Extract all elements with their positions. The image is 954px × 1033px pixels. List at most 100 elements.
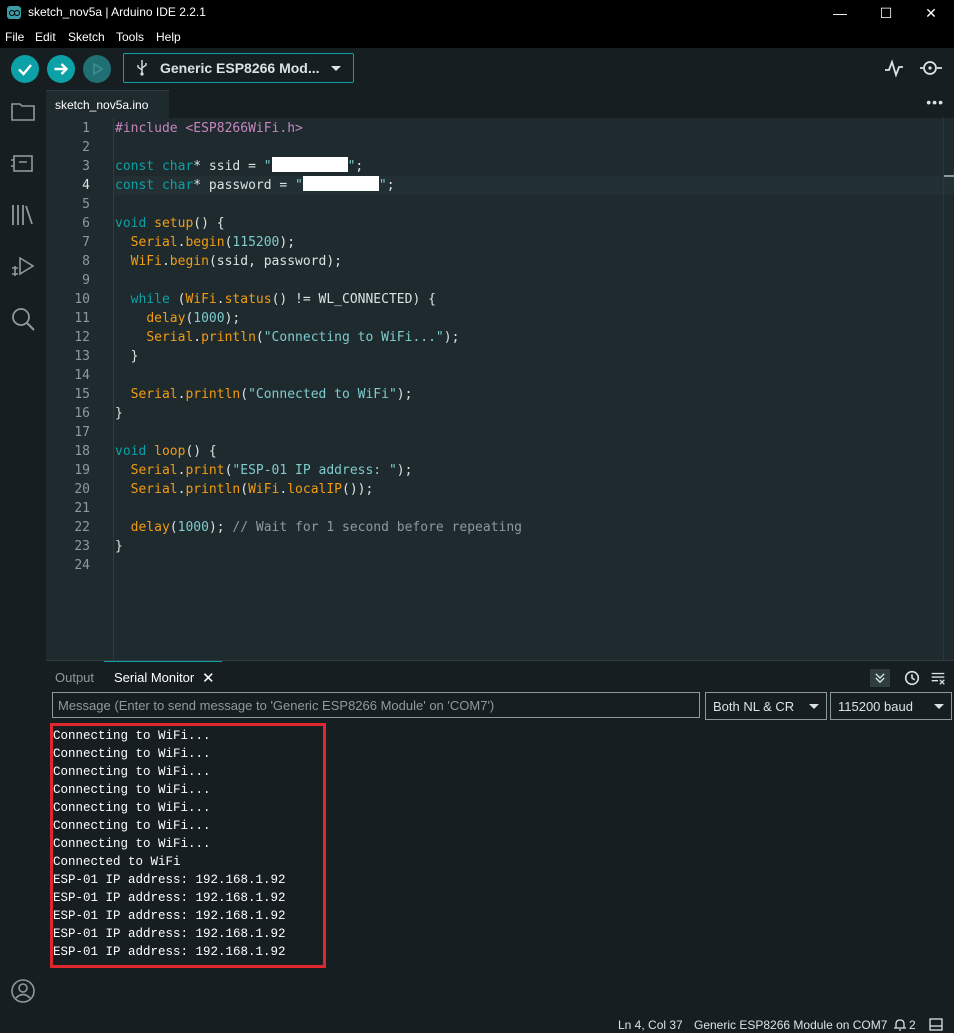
line-number: 8 <box>82 254 90 269</box>
usb-icon <box>137 60 147 76</box>
tab-sketch[interactable]: sketch_nov5a.ino <box>46 90 169 119</box>
line-ending-value: Both NL & CR <box>713 699 795 714</box>
clear-output-icon[interactable] <box>928 669 948 687</box>
tab-label: sketch_nov5a.ino <box>55 98 149 112</box>
tab-serial-monitor[interactable]: Serial Monitor <box>114 670 194 685</box>
chevron-down-icon <box>331 66 341 71</box>
debug-icon <box>93 62 104 76</box>
line-number: 1 <box>82 121 90 136</box>
serial-plotter-icon[interactable] <box>884 58 904 78</box>
line-number: 24 <box>74 558 90 573</box>
code-line: Serial.println("Connected to WiFi"); <box>130 387 413 402</box>
line-number: 17 <box>74 425 90 440</box>
notification-count: 2 <box>909 1018 916 1032</box>
line-number: 10 <box>74 292 90 307</box>
serial-message-input[interactable] <box>52 692 700 718</box>
line-number: 23 <box>74 539 90 554</box>
autoscroll-icon[interactable] <box>870 669 890 687</box>
board-port-status[interactable]: Generic ESP8266 Module on COM7 <box>694 1018 887 1032</box>
code-line: const char* password = " "; <box>115 176 395 193</box>
code-line: } <box>115 539 123 554</box>
code-line: #include <ESP8266WiFi.h> <box>115 121 303 136</box>
line-number: 4 <box>82 178 90 193</box>
code-line: } <box>115 406 123 421</box>
scrollbar-marker <box>944 175 954 177</box>
code-line: Serial.begin(115200); <box>130 235 296 250</box>
search-icon[interactable] <box>10 306 36 332</box>
code-line: delay(1000); // Wait for 1 second before… <box>130 520 523 535</box>
minimize-button[interactable]: — <box>817 0 863 26</box>
line-number: 6 <box>82 216 90 231</box>
code-editor[interactable]: 1 2 3 4 5 6 7 8 9 10 11 12 13 14 15 16 1… <box>46 118 954 660</box>
upload-icon <box>54 63 69 75</box>
menu-edit[interactable]: Edit <box>35 30 56 44</box>
chevron-down-icon <box>809 704 819 709</box>
more-icon[interactable]: ••• <box>926 94 944 110</box>
account-icon[interactable] <box>10 978 36 1004</box>
line-number: 13 <box>74 349 90 364</box>
upload-button[interactable] <box>47 55 75 83</box>
timestamp-icon[interactable] <box>902 669 922 687</box>
line-ending-select[interactable]: Both NL & CR <box>705 692 827 720</box>
folder-icon[interactable] <box>10 98 36 124</box>
debug-button[interactable] <box>83 55 111 83</box>
sidebar <box>0 90 46 1033</box>
menu-file[interactable]: File <box>5 30 24 44</box>
line-number: 20 <box>74 482 90 497</box>
board-label: Generic ESP8266 Mod... <box>160 60 320 76</box>
line-number: 11 <box>74 311 90 326</box>
line-number: 15 <box>74 387 90 402</box>
line-number: 18 <box>74 444 90 459</box>
close-serial-monitor-button[interactable]: ✕ <box>202 669 215 687</box>
code-line: } <box>115 349 139 364</box>
scrollbar-track[interactable] <box>943 118 944 660</box>
editor-tab-bar: sketch_nov5a.ino ••• <box>46 90 954 119</box>
maximize-button[interactable]: ☐ <box>863 0 909 26</box>
line-number: 9 <box>82 273 90 288</box>
menu-tools[interactable]: Tools <box>116 30 144 44</box>
serial-monitor-icon[interactable] <box>919 58 943 78</box>
chevron-down-icon <box>934 704 944 709</box>
code-line: void setup() { <box>115 216 225 231</box>
line-number: 16 <box>74 406 90 421</box>
debug-icon[interactable] <box>10 254 36 280</box>
code-line: Serial.print("ESP-01 IP address: "); <box>130 463 413 478</box>
line-number: 22 <box>74 520 90 535</box>
cursor-position[interactable]: Ln 4, Col 37 <box>618 1018 683 1032</box>
line-number: 7 <box>82 235 90 250</box>
window-title: sketch_nov5a | Arduino IDE 2.2.1 <box>28 5 206 19</box>
annotation-highlight-box <box>50 723 326 968</box>
line-number: 2 <box>82 140 90 155</box>
toggle-panel-icon[interactable] <box>929 1018 943 1031</box>
gutter-divider <box>113 118 114 660</box>
board-selector[interactable]: Generic ESP8266 Mod... <box>123 53 354 83</box>
baud-rate-value: 115200 baud <box>838 699 913 714</box>
code-line: delay(1000); <box>146 311 241 326</box>
code-line: Serial.println("Connecting to WiFi..."); <box>146 330 460 345</box>
redacted-password <box>302 176 379 191</box>
notification-bell-icon[interactable] <box>893 1018 907 1031</box>
active-tab-indicator <box>104 661 222 662</box>
boards-manager-icon[interactable] <box>10 150 36 176</box>
line-number: 12 <box>74 330 90 345</box>
status-bar: Ln 4, Col 37 Generic ESP8266 Module on C… <box>0 1016 954 1033</box>
verify-button[interactable] <box>11 55 39 83</box>
line-number: 3 <box>82 159 90 174</box>
arduino-logo-icon <box>7 6 21 19</box>
title-bar: sketch_nov5a | Arduino IDE 2.2.1 — ☐ ✕ <box>0 0 954 26</box>
menu-sketch[interactable]: Sketch <box>68 30 105 44</box>
code-line: void loop() { <box>115 444 217 459</box>
menu-help[interactable]: Help <box>156 30 181 44</box>
close-window-button[interactable]: ✕ <box>908 0 954 26</box>
line-number: 5 <box>82 197 90 212</box>
line-number: 21 <box>74 501 90 516</box>
line-number: 14 <box>74 368 90 383</box>
library-icon[interactable] <box>10 202 36 228</box>
tab-output[interactable]: Output <box>55 670 94 685</box>
line-number: 19 <box>74 463 90 478</box>
code-line: while (WiFi.status() != WL_CONNECTED) { <box>130 292 436 307</box>
menu-bar: File Edit Sketch Tools Help <box>0 26 954 48</box>
code-line: WiFi.begin(ssid, password); <box>130 254 342 269</box>
code-line: const char* ssid = " "; <box>115 157 364 174</box>
baud-rate-select[interactable]: 115200 baud <box>830 692 952 720</box>
